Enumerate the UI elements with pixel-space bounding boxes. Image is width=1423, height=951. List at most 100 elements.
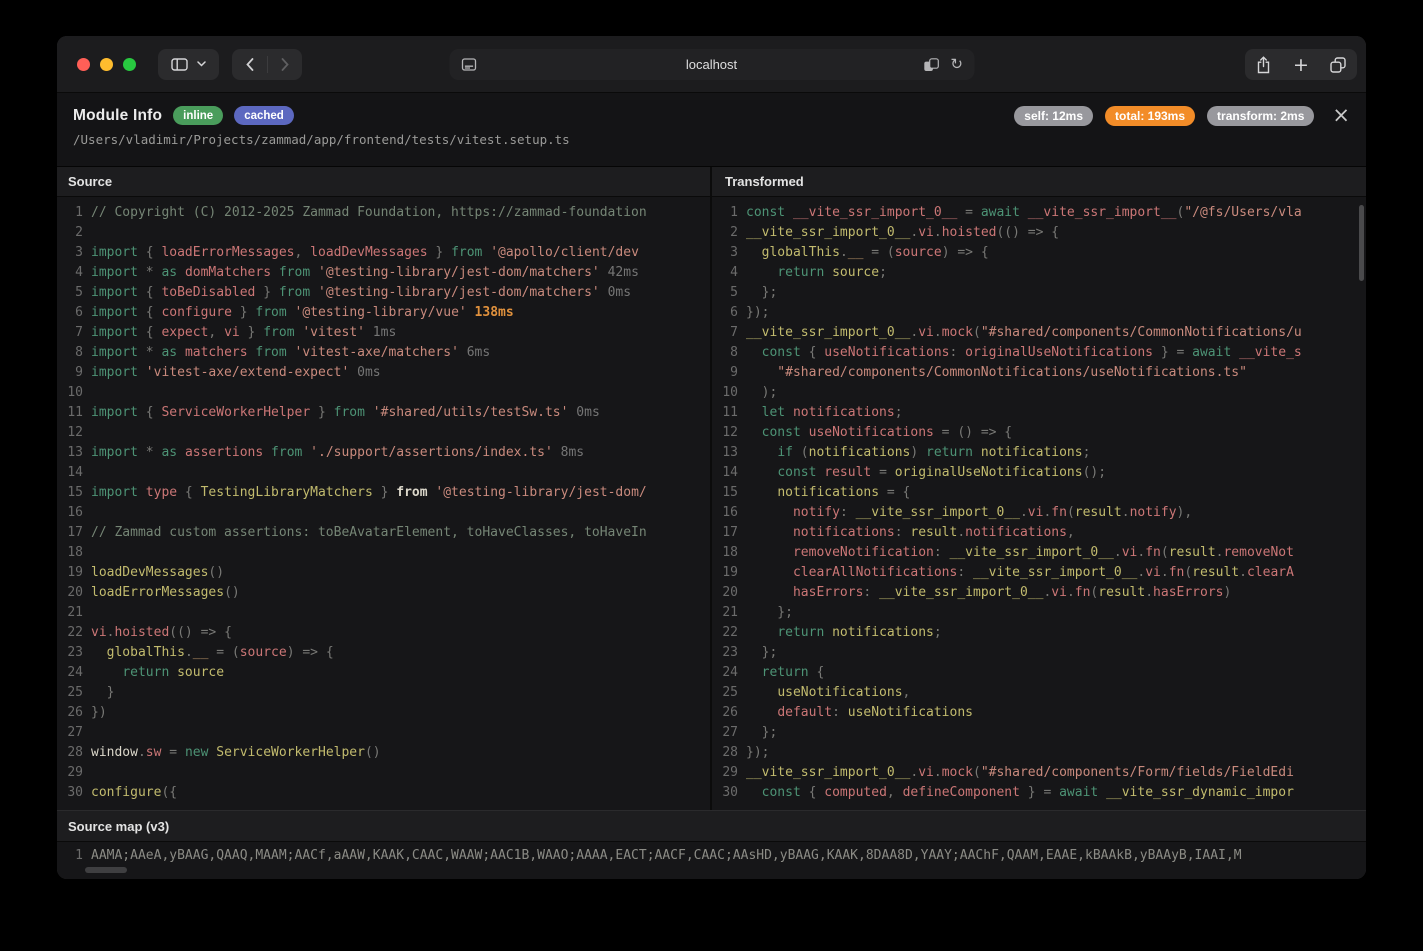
code-line: 27 [57, 723, 710, 743]
line-number: 24 [57, 663, 83, 683]
code-line: 24 return source [57, 663, 710, 683]
address-bar[interactable]: localhost ↻ [449, 49, 974, 80]
code-line: 24 return { [712, 663, 1366, 683]
reload-icon[interactable]: ↻ [950, 57, 963, 72]
line-content: __vite_ssr_import_0__.vi.mock("#shared/c… [738, 323, 1302, 343]
code-line: 19loadDevMessages() [57, 563, 710, 583]
code-line: 5 }; [712, 283, 1366, 303]
line-content: // Zammad custom assertions: toBeAvatarE… [83, 523, 647, 543]
line-content: return notifications; [738, 623, 942, 643]
vertical-scrollbar-thumb[interactable] [1359, 205, 1364, 281]
code-line: 9import 'vitest-axe/extend-expect' 0ms [57, 363, 710, 383]
line-number: 25 [712, 683, 738, 703]
line-content: removeNotification: __vite_ssr_import_0_… [738, 543, 1294, 563]
line-content: __vite_ssr_import_0__.vi.mock("#shared/c… [738, 763, 1294, 783]
toolbar-actions: + [1245, 49, 1357, 80]
code-line: 2__vite_ssr_import_0__.vi.hoisted(() => … [712, 223, 1366, 243]
line-content: loadDevMessages() [83, 563, 224, 583]
line-content: ); [738, 383, 777, 403]
code-line: 15import type { TestingLibraryMatchers }… [57, 483, 710, 503]
code-line: 4import * as domMatchers from '@testing-… [57, 263, 710, 283]
browser-titlebar: localhost ↻ + [57, 36, 1366, 92]
line-content: }); [738, 303, 769, 323]
line-number: 10 [712, 383, 738, 403]
code-line: 16 [57, 503, 710, 523]
line-number: 1 [57, 203, 83, 223]
source-code: 1// Copyright (C) 2012-2025 Zammad Found… [57, 197, 710, 810]
line-content: configure({ [83, 783, 177, 803]
line-content [83, 463, 91, 483]
close-icon[interactable]: × [1332, 105, 1350, 126]
code-line: 14 const result = originalUseNotificatio… [712, 463, 1366, 483]
line-number: 25 [57, 683, 83, 703]
line-content: import { ServiceWorkerHelper } from '#sh… [83, 403, 600, 423]
timing-badges: self: 12ms total: 193ms transform: 2ms × [1014, 105, 1350, 126]
translate-icon[interactable] [923, 58, 939, 72]
line-number: 2 [712, 223, 738, 243]
line-content: if (notifications) return notifications; [738, 443, 1090, 463]
code-line: 28window.sw = new ServiceWorkerHelper() [57, 743, 710, 763]
window-close-button[interactable] [77, 58, 90, 71]
back-button[interactable] [232, 58, 267, 71]
line-content: return source [83, 663, 224, 683]
line-content: import type { TestingLibraryMatchers } f… [83, 483, 647, 503]
line-content: loadErrorMessages() [83, 583, 240, 603]
code-line: 25 useNotifications, [712, 683, 1366, 703]
line-number: 27 [57, 723, 83, 743]
code-line: 13import * as assertions from './support… [57, 443, 710, 463]
line-number: 29 [57, 763, 83, 783]
line-number: 12 [712, 423, 738, 443]
line-content: import { expect, vi } from 'vitest' 1ms [83, 323, 396, 343]
code-line: 7import { expect, vi } from 'vitest' 1ms [57, 323, 710, 343]
line-content: let notifications; [738, 403, 903, 423]
line-number: 12 [57, 423, 83, 443]
line-number: 4 [712, 263, 738, 283]
sidebar-toggle-button[interactable] [158, 49, 219, 80]
new-tab-button[interactable]: + [1282, 54, 1319, 76]
line-content: AAMA;AAeA,yBAAG,QAAQ,MAAM;AACf,aAAW,KAAK… [83, 846, 1242, 866]
cached-badge: cached [234, 106, 294, 125]
line-content: }) [83, 703, 107, 723]
line-content: globalThis.__ = (source) => { [738, 243, 989, 263]
line-content: }; [738, 723, 777, 743]
code-line: 18 [57, 543, 710, 563]
window-minimize-button[interactable] [100, 58, 113, 71]
line-content: const result = originalUseNotifications(… [738, 463, 1106, 483]
line-number: 16 [57, 503, 83, 523]
line-number: 22 [712, 623, 738, 643]
line-content: globalThis.__ = (source) => { [83, 643, 334, 663]
line-content [83, 383, 91, 403]
line-number: 15 [712, 483, 738, 503]
page-title: Module Info [73, 107, 162, 125]
line-content: // Copyright (C) 2012-2025 Zammad Founda… [83, 203, 647, 223]
share-button[interactable] [1245, 56, 1282, 74]
code-line: 15 notifications = { [712, 483, 1366, 503]
window-zoom-button[interactable] [123, 58, 136, 71]
code-line: 17 notifications: result.notifications, [712, 523, 1366, 543]
line-number: 6 [712, 303, 738, 323]
module-file-path: /Users/vladimir/Projects/zammad/app/fron… [73, 132, 1350, 147]
code-line: 9 "#shared/components/CommonNotification… [712, 363, 1366, 383]
line-number: 5 [57, 283, 83, 303]
code-line: 5import { toBeDisabled } from '@testing-… [57, 283, 710, 303]
browser-window: localhost ↻ + Module Info inline [57, 36, 1366, 879]
tab-overview-button[interactable] [1320, 57, 1357, 73]
line-number: 1 [57, 846, 83, 866]
code-line: 10 [57, 383, 710, 403]
horizontal-scrollbar-thumb[interactable] [85, 867, 127, 873]
line-number: 19 [57, 563, 83, 583]
transform-time-badge: transform: 2ms [1207, 106, 1314, 126]
inline-badge: inline [173, 106, 223, 125]
line-content: }; [738, 643, 777, 663]
line-content: default: useNotifications [738, 703, 973, 723]
code-line: 22 return notifications; [712, 623, 1366, 643]
code-line: 23 globalThis.__ = (source) => { [57, 643, 710, 663]
forward-button[interactable] [267, 58, 302, 71]
code-line: 26}) [57, 703, 710, 723]
code-line: 30configure({ [57, 783, 710, 803]
code-line: 22vi.hoisted(() => { [57, 623, 710, 643]
line-number: 8 [57, 343, 83, 363]
line-content [83, 603, 91, 623]
sourcemap-title: Source map (v3) [57, 811, 1366, 842]
line-number: 13 [712, 443, 738, 463]
